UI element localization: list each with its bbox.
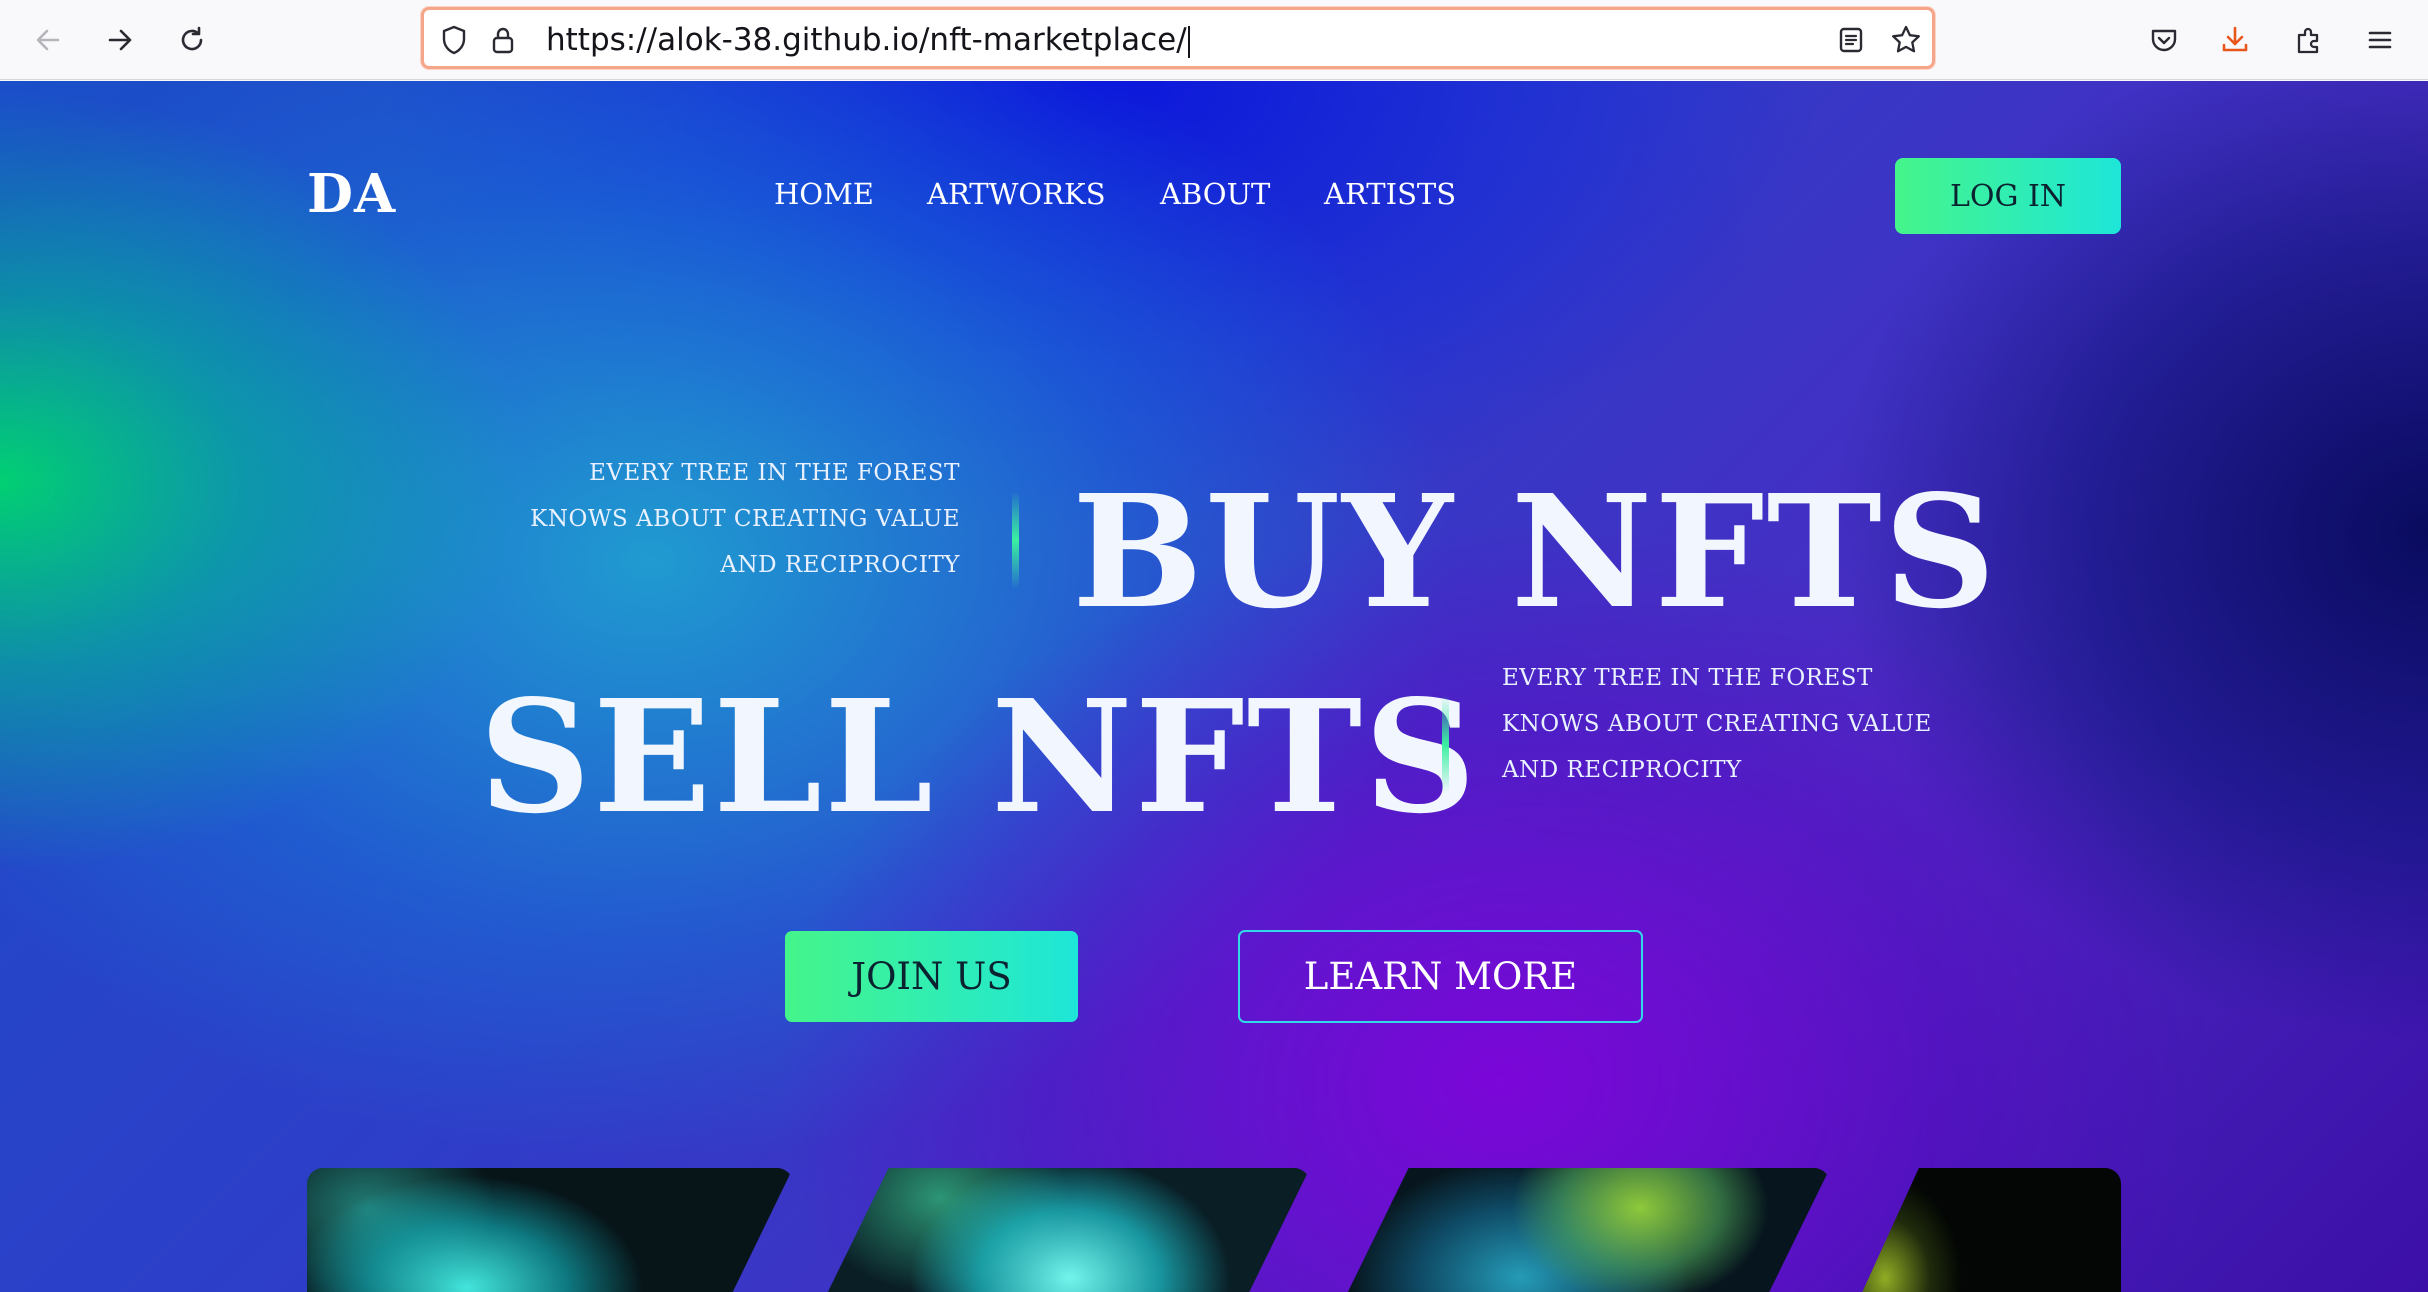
hero-divider-2: [1442, 695, 1449, 793]
pocket-icon[interactable]: [2140, 16, 2188, 64]
puzzle-icon[interactable]: [2284, 16, 2332, 64]
hero-divider-1: [1012, 491, 1019, 589]
login-button[interactable]: LOG IN: [1895, 158, 2121, 234]
star-icon[interactable]: [1889, 23, 1923, 57]
nav-home[interactable]: HOME: [774, 177, 874, 211]
join-us-button[interactable]: JOIN US: [785, 931, 1078, 1022]
nft-card-2[interactable]: [820, 1168, 1310, 1292]
forward-arrow-icon[interactable]: [96, 16, 144, 64]
shield-icon[interactable]: [437, 23, 471, 57]
headline-buy: BUY NFTS: [1072, 460, 1998, 643]
url-text[interactable]: https://alok-38.github.io/nft-marketplac…: [546, 20, 1190, 60]
tagline-line: KNOWS ABOUT CREATING VALUE: [1502, 711, 1932, 737]
nft-card-4[interactable]: [1855, 1168, 2121, 1292]
tagline-line: KNOWS ABOUT CREATING VALUE: [530, 506, 960, 532]
nav-artworks[interactable]: ARTWORKS: [927, 177, 1106, 211]
tagline-line: EVERY TREE IN THE FOREST: [1502, 665, 1873, 691]
nav-artists[interactable]: ARTISTS: [1324, 177, 1456, 211]
back-arrow-icon[interactable]: [24, 16, 72, 64]
lock-icon[interactable]: [486, 23, 520, 57]
headline-sell: SELL NFTS: [479, 665, 1479, 848]
nav-about[interactable]: ABOUT: [1160, 177, 1270, 211]
nft-card-1[interactable]: [307, 1168, 793, 1292]
site-logo[interactable]: DA: [307, 163, 396, 225]
page-viewport: DA HOME ARTWORKS ABOUT ARTISTS LOG IN EV…: [0, 81, 2428, 1292]
hero-tagline-2: EVERY TREE IN THE FOREST KNOWS ABOUT CRE…: [1502, 655, 2022, 793]
hamburger-menu-icon[interactable]: [2356, 16, 2404, 64]
browser-toolbar: https://alok-38.github.io/nft-marketplac…: [0, 0, 2428, 80]
nft-card-row: [0, 1168, 2428, 1292]
tagline-line: EVERY TREE IN THE FOREST: [589, 460, 960, 486]
tagline-line: AND RECIPROCITY: [720, 552, 960, 578]
reader-view-icon[interactable]: [1834, 23, 1868, 57]
url-bar[interactable]: https://alok-38.github.io/nft-marketplac…: [421, 7, 1935, 69]
hero-tagline-1: EVERY TREE IN THE FOREST KNOWS ABOUT CRE…: [450, 450, 960, 588]
learn-more-button[interactable]: LEARN MORE: [1238, 930, 1643, 1023]
nft-card-3[interactable]: [1340, 1168, 1830, 1292]
reload-icon[interactable]: [168, 16, 216, 64]
tagline-line: AND RECIPROCITY: [1502, 757, 1742, 783]
download-icon[interactable]: [2211, 16, 2259, 64]
